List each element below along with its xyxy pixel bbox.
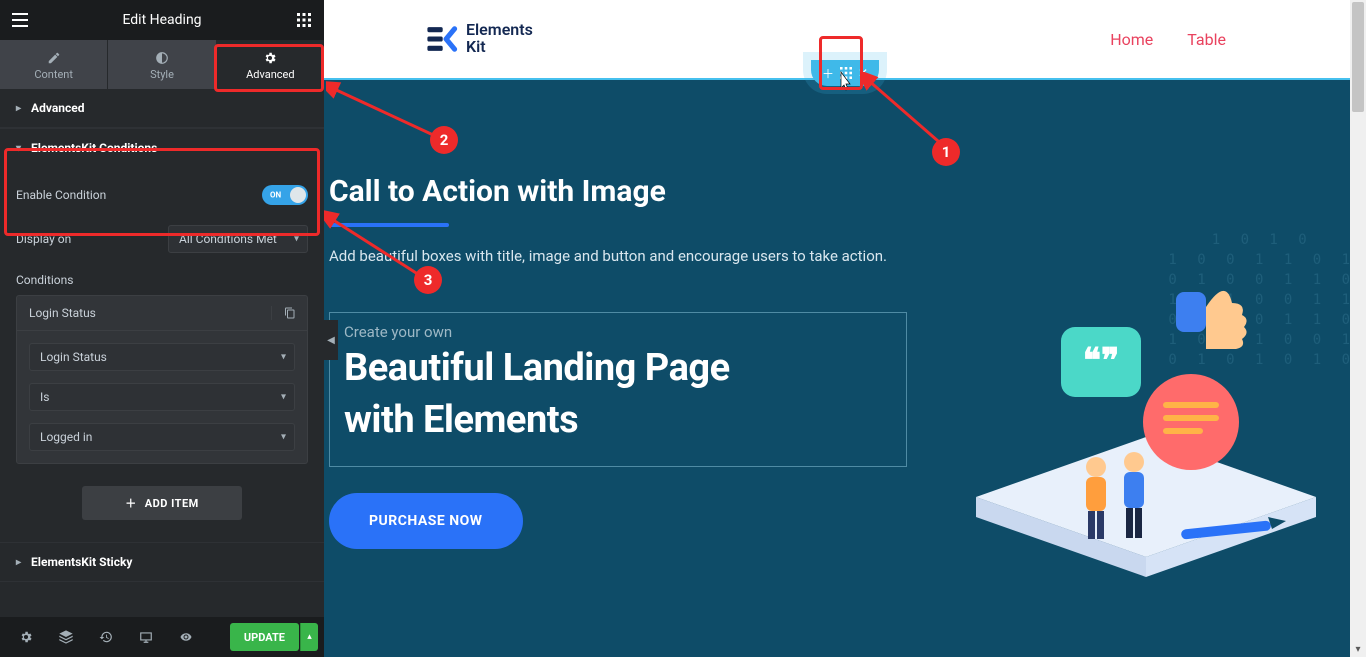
apps-icon[interactable] <box>292 8 316 32</box>
tab-style[interactable]: Style <box>107 40 215 89</box>
condition-card-body: Login Status ▾ Is ▾ Logged in ▾ <box>17 331 307 463</box>
tab-label: Content <box>34 68 73 81</box>
display-on-select[interactable]: All Conditions Met ▾ <box>168 225 308 253</box>
chevron-down-icon: ▾ <box>294 234 299 245</box>
scrollbar-thumb[interactable] <box>1352 2 1364 112</box>
section-conditions-body: Enable Condition ON Display on All Condi… <box>0 167 324 543</box>
add-item-button[interactable]: ＋ ADD ITEM <box>82 486 242 520</box>
chevron-down-icon: ▾ <box>281 352 286 363</box>
tab-label: Advanced <box>246 68 294 81</box>
section-sticky-header[interactable]: ▸ ElementsKit Sticky <box>0 543 324 582</box>
conditions-label-row: Conditions <box>16 263 308 289</box>
condition-type-select[interactable]: Login Status ▾ <box>29 343 295 371</box>
responsive-icon[interactable] <box>126 617 166 657</box>
hero-illustration: ❝❞ <box>956 257 1336 637</box>
toggle-state: ON <box>270 191 281 200</box>
section-label: ElementsKit Conditions <box>31 141 157 155</box>
condition-card-header[interactable]: Login Status <box>17 296 307 331</box>
top-navigation: Home Table <box>1110 30 1226 49</box>
conditions-label: Conditions <box>16 273 73 287</box>
sidebar-header: Edit Heading <box>0 0 324 40</box>
chevron-down-icon: ▾ <box>281 392 286 403</box>
tab-label: Style <box>150 68 174 81</box>
display-on-label: Display on <box>16 232 71 246</box>
condition-card-title: Login Status <box>29 306 96 320</box>
condition-card: Login Status Login Status ▾ Is <box>16 295 308 464</box>
settings-icon[interactable] <box>6 617 46 657</box>
select-value: Login Status <box>40 350 107 364</box>
heading-text: Beautiful Landing Page with Elements <box>344 343 892 446</box>
copy-icon[interactable] <box>271 306 307 320</box>
annotation-badge-3: 3 <box>414 266 442 294</box>
plus-icon: ＋ <box>125 495 137 511</box>
navigator-icon[interactable] <box>46 617 86 657</box>
section-advanced-header[interactable]: ▸ Advanced <box>0 89 324 128</box>
annotation-badge-2: 2 <box>430 126 458 154</box>
select-value: Logged in <box>40 430 92 444</box>
vertical-scrollbar[interactable]: ▾ <box>1350 0 1366 657</box>
condition-operator-select[interactable]: Is ▾ <box>29 383 295 411</box>
chevron-down-icon: ▾ <box>281 432 286 443</box>
hero-section: 1 0 1 0 1 0 0 1 1 0 1 0 1 0 0 1 1 0 1 0 … <box>324 78 1366 657</box>
add-item-label: ADD ITEM <box>145 497 199 510</box>
cta-label: PURCHASE NOW <box>369 513 483 529</box>
chevron-down-icon: ▾ <box>16 143 21 154</box>
collapse-sidebar-handle[interactable]: ◀ <box>324 320 338 360</box>
enable-condition-label: Enable Condition <box>16 188 106 202</box>
update-button[interactable]: UPDATE <box>230 623 299 651</box>
menu-icon[interactable] <box>8 8 32 32</box>
section-label: ElementsKit Sticky <box>31 555 132 569</box>
nav-link-home[interactable]: Home <box>1110 30 1153 49</box>
chevron-right-icon: ▸ <box>16 103 21 114</box>
preview-icon[interactable] <box>166 617 206 657</box>
editor-sidebar: Edit Heading Content Style Advanced ▸ Ad… <box>0 0 324 657</box>
svg-text:❝❞: ❝❞ <box>1083 341 1120 381</box>
logo-icon <box>424 22 458 56</box>
kicker-text: Create your own <box>344 323 892 341</box>
update-label: UPDATE <box>244 631 285 644</box>
sidebar-tabs: Content Style Advanced <box>0 40 324 89</box>
brand-logo[interactable]: Elements Kit <box>424 22 533 56</box>
section-label: Advanced <box>31 101 84 115</box>
pencil-icon <box>47 50 61 66</box>
chevron-right-icon: ▸ <box>16 557 21 568</box>
brand-text: Elements Kit <box>466 22 533 56</box>
cursor-icon <box>834 70 856 96</box>
sidebar-footer: UPDATE ▴ <box>0 617 324 657</box>
chevron-up-icon: ▴ <box>307 632 312 642</box>
purchase-button[interactable]: PURCHASE NOW <box>329 493 523 549</box>
enable-condition-row: Enable Condition ON <box>16 175 308 215</box>
tab-content[interactable]: Content <box>0 40 107 89</box>
plus-icon: ＋ <box>822 65 834 82</box>
preview-canvas: Elements Kit Home Table ＋ ✕ 1 0 1 0 1 0 … <box>324 0 1366 657</box>
update-dropdown[interactable]: ▴ <box>300 623 318 651</box>
condition-value-select[interactable]: Logged in ▾ <box>29 423 295 451</box>
enable-condition-toggle[interactable]: ON <box>262 185 308 205</box>
select-value: All Conditions Met <box>179 232 277 246</box>
history-icon[interactable] <box>86 617 126 657</box>
select-value: Is <box>40 390 49 404</box>
annotation-badge-1: 1 <box>932 138 960 166</box>
sidebar-title: Edit Heading <box>32 12 292 28</box>
selected-heading-widget[interactable]: Create your own Beautiful Landing Page w… <box>329 312 907 467</box>
contrast-icon <box>155 50 169 66</box>
section-conditions-header[interactable]: ▾ ElementsKit Conditions <box>0 128 324 167</box>
nav-link-table[interactable]: Table <box>1187 30 1226 49</box>
scroll-down-arrow[interactable]: ▾ <box>1350 641 1366 657</box>
tab-advanced[interactable]: Advanced <box>216 40 324 89</box>
display-on-row: Display on All Conditions Met ▾ <box>16 215 308 263</box>
sidebar-body: ▸ Advanced ▾ ElementsKit Conditions Enab… <box>0 89 324 617</box>
gear-icon <box>263 50 277 66</box>
